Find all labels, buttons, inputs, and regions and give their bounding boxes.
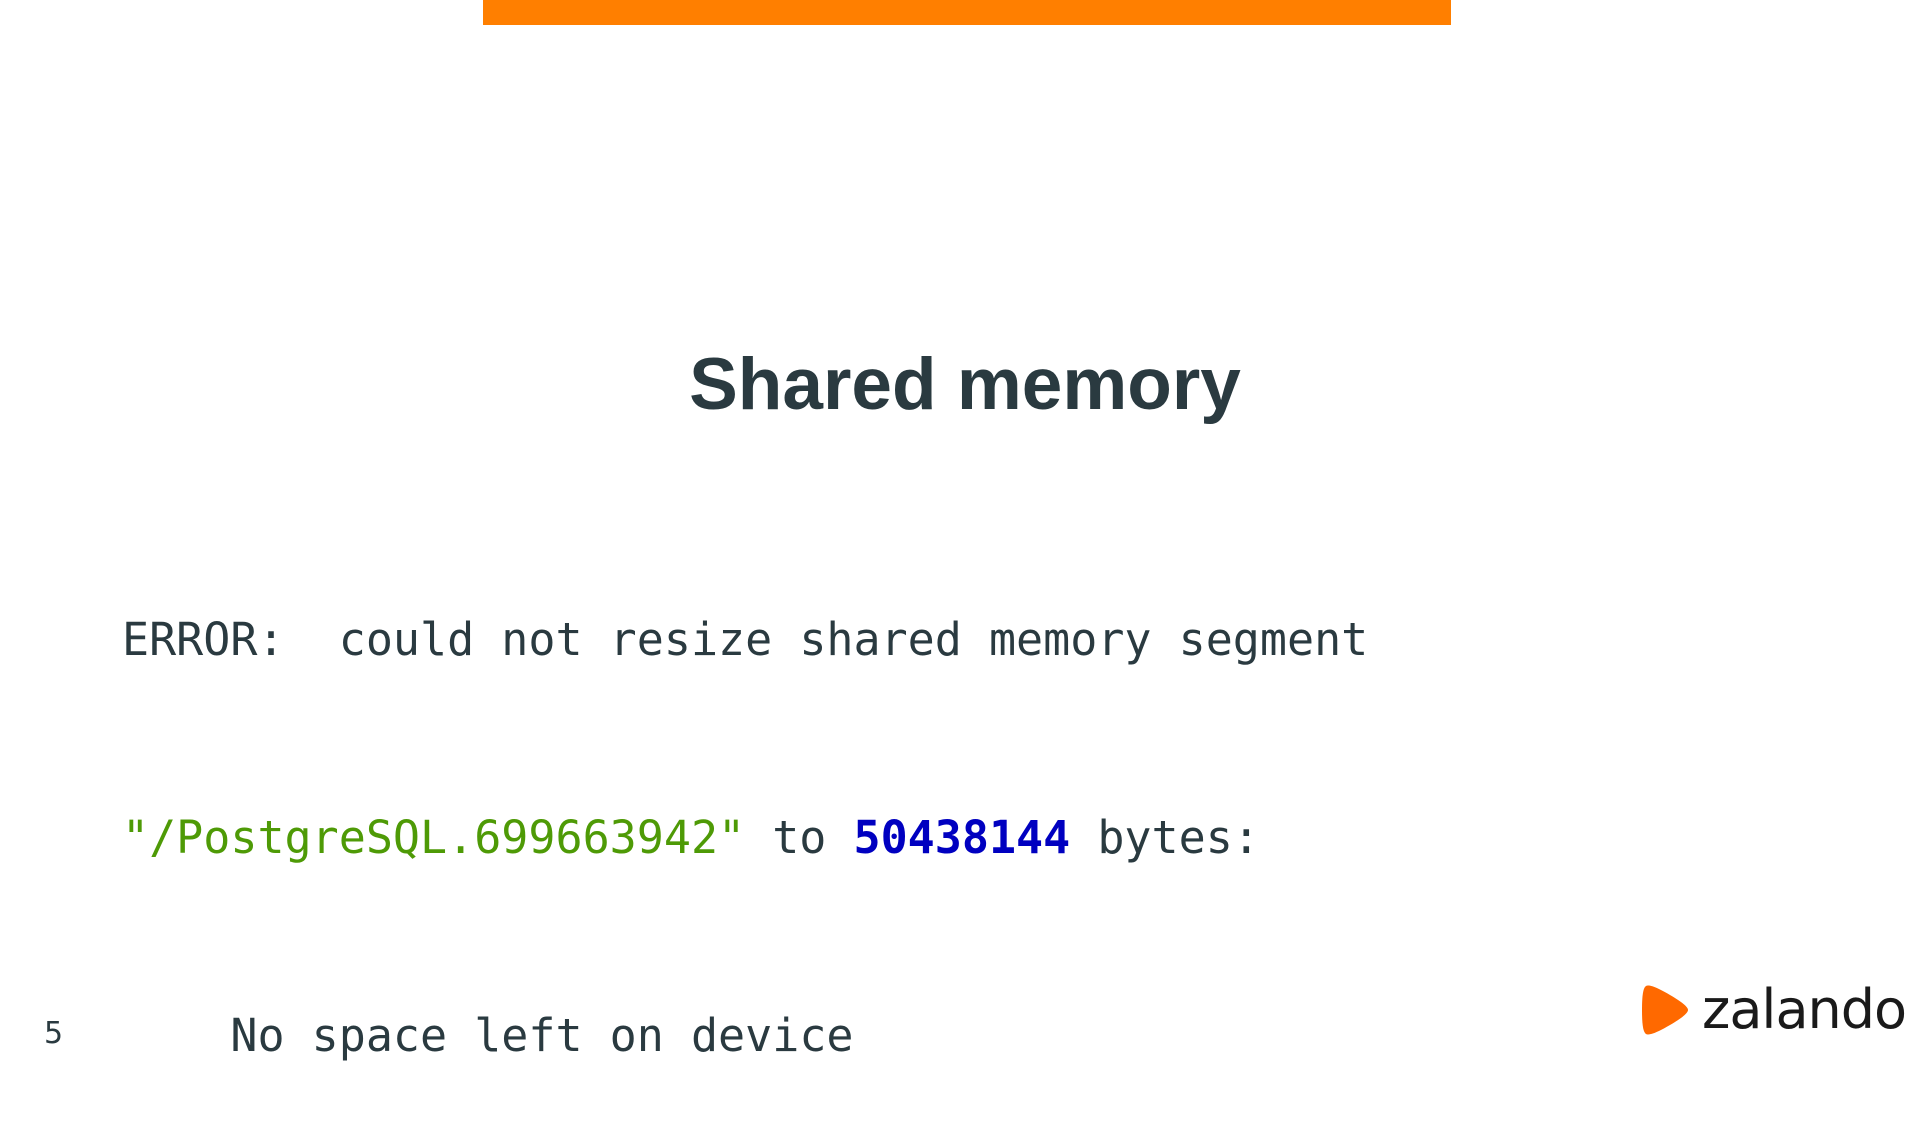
top-accent-bar (483, 0, 1451, 25)
code-line-1: ERROR: could not resize shared memory se… (122, 607, 1368, 673)
segment-path-string: "/PostgreSQL.699663942" (122, 811, 746, 864)
slide-title: Shared memory (689, 344, 1241, 425)
zalando-flag-icon (1642, 985, 1688, 1035)
code-text-to: to (745, 811, 854, 864)
error-message: could not resize shared memory segment (284, 613, 1369, 666)
code-line-3: No space left on device (122, 1003, 1368, 1069)
code-block: ERROR: could not resize shared memory se… (122, 475, 1368, 1135)
no-space-message: No space left on device (230, 1009, 854, 1062)
zalando-logo: zalando (1640, 978, 1907, 1041)
bytes-number: 50438144 (853, 811, 1071, 864)
code-text-bytes: bytes: (1070, 811, 1260, 864)
zalando-wordmark: zalando (1702, 978, 1907, 1041)
page-number: 5 (44, 1016, 64, 1051)
error-keyword: ERROR: (122, 613, 285, 666)
code-line-2: "/PostgreSQL.699663942" to 50438144 byte… (122, 805, 1368, 871)
